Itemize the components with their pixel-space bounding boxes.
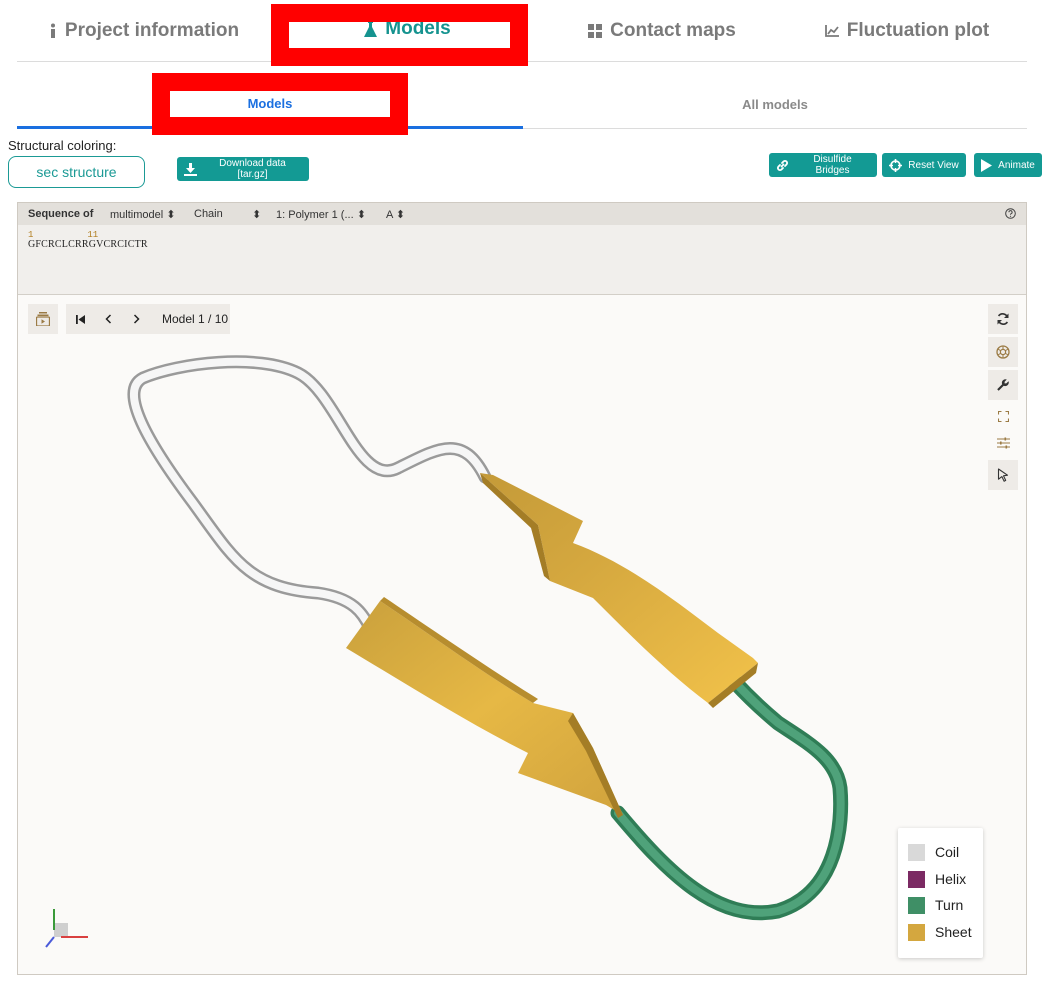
page: Project information Models Contact maps … [0,0,1046,992]
tab-contact-maps[interactable]: Contact maps [547,0,777,62]
grid-icon [588,24,603,38]
tab-label: Project information [64,20,240,41]
legend-swatch [908,870,925,888]
tab-fluctuation-plot[interactable]: Fluctuation plot [787,0,1027,62]
subtab-label: Models [247,95,293,111]
flask-icon [364,21,378,37]
tab-project-information[interactable]: Project information [17,0,271,62]
protein-structure[interactable] [18,203,1027,975]
legend-label: Turn [935,897,964,913]
tab-label: Models [385,18,451,39]
turn-segment [610,669,849,921]
tab-models[interactable]: Models [288,0,527,60]
download-icon [184,162,197,176]
chart-line-icon [824,25,839,37]
info-icon [49,23,57,39]
legend-item-helix: Helix [908,869,966,889]
download-label: Download data [tar.gz] [219,158,286,180]
sub-tab-bar: Models All models [17,80,1027,129]
subtab-label: All models [742,96,808,112]
legend-label: Coil [935,844,960,860]
secondary-structure-legend: Coil Helix Turn Sheet [898,828,983,958]
link-icon [777,159,788,171]
animate-button[interactable]: Animate [974,153,1042,177]
reset-label: Reset View [908,159,959,171]
legend-item-sheet: Sheet [908,922,972,942]
play-icon [981,158,993,172]
legend-item-coil: Coil [908,842,959,862]
disulfide-bridges-button[interactable]: Disulfide Bridges [769,153,877,177]
disulfide-label: Disulfide Bridges [813,154,852,176]
top-tab-bar: Project information Models Contact maps … [17,0,1027,62]
molecule-viewer[interactable]: Sequence of multimodel ⬍ Chain ⬍ 1: Poly… [17,202,1027,975]
subtab-models[interactable]: Models [17,80,523,129]
legend-label: Helix [935,871,967,887]
sheet-strand-lower [346,601,623,815]
legend-swatch [908,923,925,941]
structural-coloring-label: Structural coloring: [8,138,117,153]
crosshair-icon [889,158,903,172]
legend-label: Sheet [935,924,972,940]
legend-item-turn: Turn [908,895,963,915]
sheet-strand-upper [480,473,758,703]
axes-indicator-icon [45,909,88,948]
tab-label: Contact maps [610,20,736,41]
subtab-all-models[interactable]: All models [523,80,1027,128]
tab-label: Fluctuation plot [846,20,990,41]
legend-swatch [908,843,925,861]
animate-label: Animate [998,159,1035,171]
turn-segment-highlight [614,673,845,917]
legend-swatch [908,896,925,914]
reset-view-button[interactable]: Reset View [882,153,966,177]
download-data-button[interactable]: Download data [tar.gz] [177,157,309,181]
sec-structure-button[interactable]: sec structure [8,156,145,188]
